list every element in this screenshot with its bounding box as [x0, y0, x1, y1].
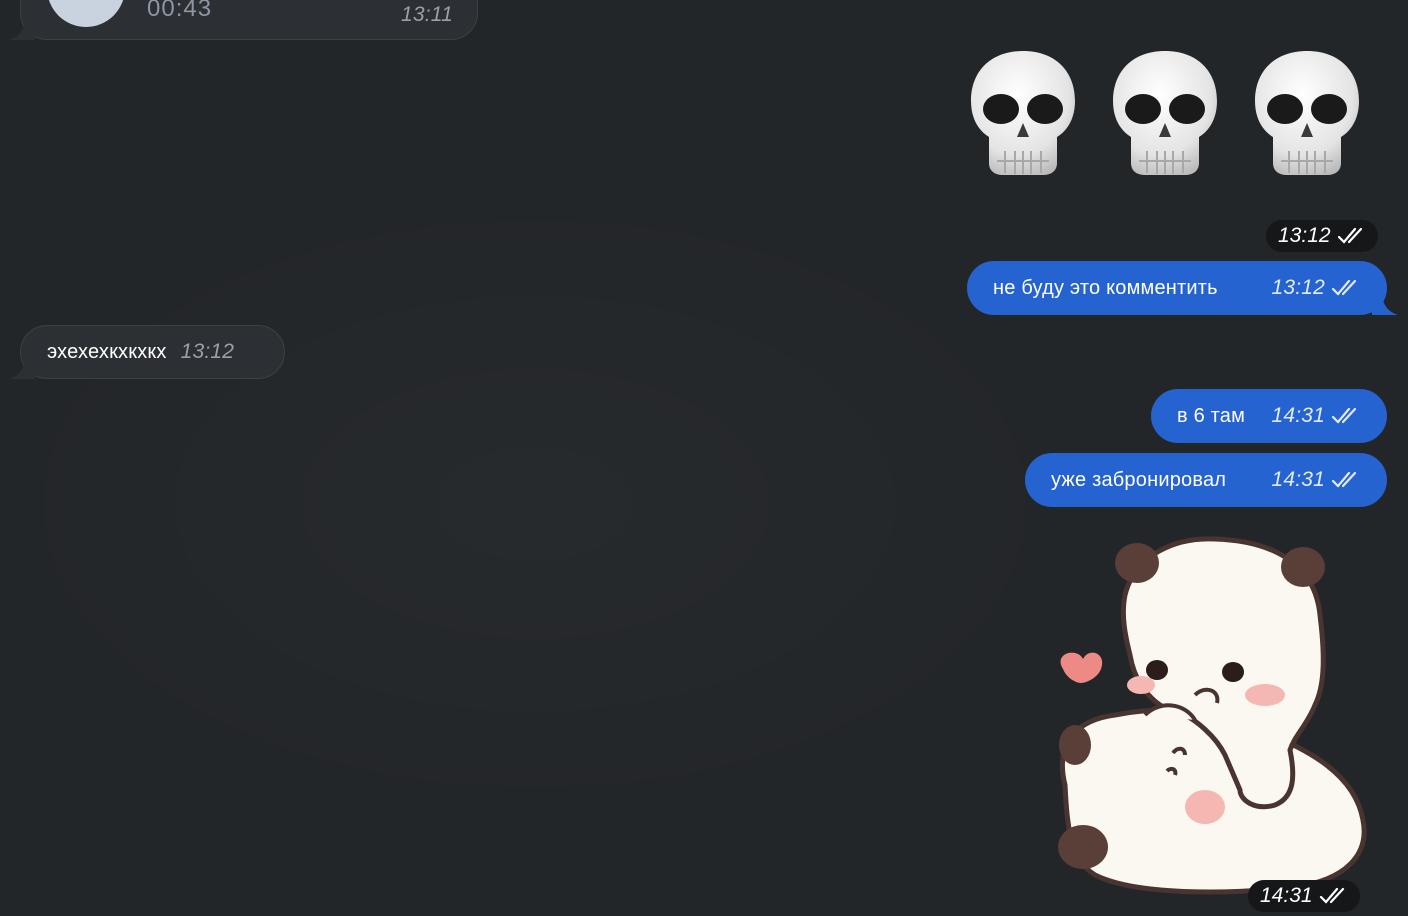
- chat-history[interactable]: 00:43 13:11 13:12 не буду это комментить…: [0, 0, 1408, 916]
- message-bubble[interactable]: в 6 там 14:31: [1151, 389, 1387, 443]
- voice-message-time: 13:11: [401, 3, 453, 26]
- message-time: 13:12: [1271, 276, 1325, 299]
- message-time: 13:12: [180, 340, 235, 363]
- skull-icon: [971, 51, 1075, 175]
- double-check-icon: [1331, 471, 1357, 488]
- bubble-tail: [9, 18, 35, 40]
- message-bubble[interactable]: эхехехкхкхкх 13:12: [20, 325, 285, 379]
- skull-icon: [1255, 51, 1359, 175]
- bubble-tail: [9, 357, 35, 379]
- sticker-message-time: 14:31: [1260, 884, 1313, 907]
- skull-icon: [1113, 51, 1217, 175]
- message-text: в 6 там: [1177, 404, 1246, 427]
- message-time: 14:31: [1271, 468, 1325, 491]
- sticker-time-pill: 14:31: [1248, 880, 1360, 912]
- emoji-time-pill: 13:12: [1266, 220, 1378, 252]
- double-check-icon: [1319, 887, 1344, 904]
- message-text: не буду это комментить: [993, 276, 1218, 299]
- emoji-message-time: 13:12: [1278, 224, 1331, 247]
- double-check-icon: [1331, 407, 1357, 424]
- message-text: эхехехкхкхкх: [47, 340, 167, 363]
- voice-play-icon[interactable]: [47, 0, 125, 27]
- message-bubble[interactable]: не буду это комментить 13:12: [967, 261, 1387, 315]
- double-check-icon: [1337, 227, 1362, 244]
- double-check-icon: [1331, 279, 1357, 296]
- panda-bears-sticker-icon[interactable]: [1045, 535, 1370, 895]
- message-text: уже забронировал: [1051, 468, 1227, 491]
- voice-duration: 00:43: [147, 0, 213, 22]
- message-time: 14:31: [1271, 404, 1325, 427]
- voice-message-bubble[interactable]: 00:43 13:11: [20, 0, 478, 40]
- bubble-tail: [1372, 293, 1398, 315]
- message-bubble[interactable]: уже забронировал 14:31: [1025, 453, 1387, 507]
